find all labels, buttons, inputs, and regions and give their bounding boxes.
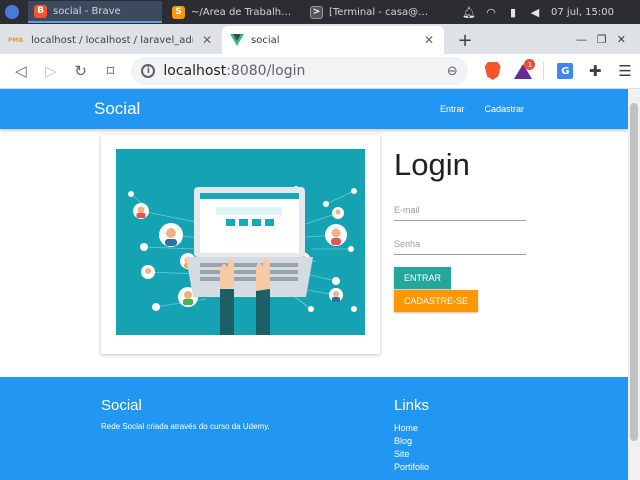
forward-button[interactable]: ▷ [36,56,66,86]
os-menu-icon[interactable] [0,0,24,24]
extensions-button[interactable]: ✚ [580,56,610,86]
google-translate-icon: G [557,63,574,79]
sublime-icon: S [172,5,185,19]
footer-links-title: Links [394,397,430,414]
footer-about: Social Rede Social criada através do cur… [101,397,270,431]
page-viewport: Social Entrar Cadastrar Login E-mail Sen… [0,89,628,480]
close-icon[interactable]: ✕ [200,33,214,47]
terminal-icon: > [310,5,323,19]
footer-title: Social [101,397,142,414]
brave-shields-button[interactable] [478,56,508,86]
site-navbar: Social Entrar Cadastrar [0,89,628,129]
volume-icon[interactable]: ◀ [529,6,541,19]
footer-link-blog[interactable]: Blog [394,435,429,448]
restore-icon[interactable]: ❐ [597,33,607,46]
nav-link-login[interactable]: Entrar [440,104,465,114]
footer-link-site[interactable]: Site [394,448,429,461]
email-field[interactable]: E-mail [394,195,526,221]
tab-social[interactable]: social ✕ [222,26,444,54]
minimize-icon[interactable]: — [576,33,587,46]
address-bar[interactable]: i localhost:8080/login ⊖ [131,57,468,85]
close-window-icon[interactable]: ✕ [617,33,626,46]
battery-icon[interactable]: ▮ [507,6,519,19]
task-brave[interactable]: B social - Brave [28,1,162,23]
puzzle-icon: ✚ [588,62,602,80]
close-icon[interactable]: ✕ [422,33,436,47]
network-laptop-illustration [128,186,357,335]
footer-links: Links Home Blog Site Portifolio [394,397,429,474]
rewards-badge: 1 [524,59,536,70]
site-nav: Entrar Cadastrar [440,104,524,114]
bell-icon[interactable]: 🔔︎ [462,6,476,19]
footer-link-portfolio[interactable]: Portifolio [394,461,429,474]
site-footer: Social Rede Social criada através do cur… [0,377,628,480]
url-path: :8080/login [226,63,306,79]
phpmyadmin-icon: PMA [8,36,24,44]
footer-link-home[interactable]: Home [394,422,429,435]
browser-toolbar: ◁ ▷ ↻ ⌑ i localhost:8080/login ⊖ 1 G ✚ ☰ [0,54,640,89]
task-sublime[interactable]: S ~/Área de Trabalho/F... [166,1,300,23]
new-tab-button[interactable]: + [452,27,478,53]
register-button[interactable]: CADASTRE-SE [394,290,479,312]
translate-extension-button[interactable]: G [550,56,580,86]
browser-tabstrip: PMA localhost / localhost / laravel_admi… [0,24,640,54]
vue-icon [230,34,244,46]
tab-label: localhost / localhost / laravel_admin_pa… [31,34,193,46]
clock[interactable]: 07 jul, 15:00 [551,7,614,18]
bookmark-button[interactable]: ⌑ [96,56,126,86]
back-button[interactable]: ◁ [6,56,36,86]
hamburger-menu-icon: ☰ [618,62,632,80]
os-taskbar: B social - Brave S ~/Área de Trabalho/F.… [0,0,640,24]
reload-button[interactable]: ↻ [66,56,96,86]
system-tray: 🔔︎ ◠ ▮ ◀ 07 jul, 15:00 [462,6,640,19]
task-label: social - Brave [53,5,121,17]
brave-shields-icon [484,62,501,80]
menu-button[interactable]: ☰ [610,56,640,86]
brave-rewards-button[interactable]: 1 [508,56,538,86]
brave-icon: B [34,4,47,18]
scrollbar-thumb[interactable] [630,103,638,441]
wifi-icon[interactable]: ◠ [485,6,497,19]
url-host: localhost [163,63,227,79]
task-terminal[interactable]: > [Terminal - casa@cas... [304,1,438,23]
task-label: ~/Área de Trabalho/F... [191,6,294,18]
hero-illustration [116,149,365,335]
window-controls: — ❐ ✕ [576,33,640,46]
tab-label: social [251,34,280,46]
password-field[interactable]: Senha [394,229,526,255]
footer-description: Rede Social criada através do curso da U… [101,422,270,431]
tab-phpmyadmin[interactable]: PMA localhost / localhost / laravel_admi… [0,26,222,54]
site-brand[interactable]: Social [94,99,140,119]
login-button[interactable]: ENTRAR [394,267,452,289]
info-icon[interactable]: i [141,64,156,78]
toolbar-divider [543,62,545,80]
page-scrollbar[interactable] [628,89,640,480]
hero-card [101,135,380,354]
zoom-icon[interactable]: ⊖ [447,64,458,79]
page-title: Login [394,147,470,182]
login-form: Login E-mail Senha ENTRAR CADASTRE-SE [394,147,526,312]
task-label: [Terminal - casa@cas... [329,6,432,18]
nav-link-register[interactable]: Cadastrar [484,104,524,114]
